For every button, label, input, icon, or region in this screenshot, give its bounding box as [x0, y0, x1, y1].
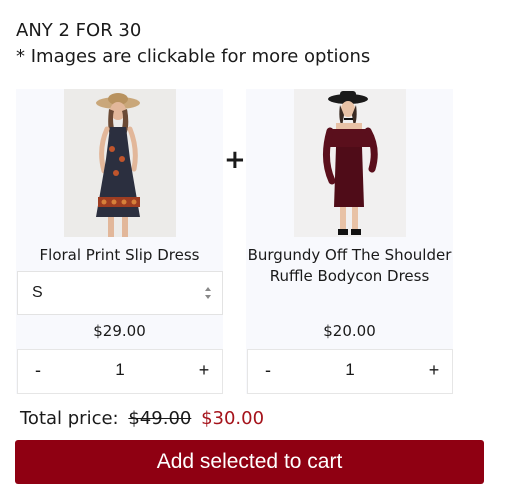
- qty-increase-button[interactable]: +: [426, 360, 442, 381]
- add-to-cart-button[interactable]: Add selected to cart: [15, 440, 484, 484]
- product-image-2[interactable]: [294, 89, 406, 237]
- promo-title: ANY 2 FOR 30: [16, 20, 142, 41]
- qty-value[interactable]: 1: [18, 360, 222, 380]
- product-image-1[interactable]: [64, 89, 176, 237]
- product-card-1: Floral Print Slip Dress S $29.00 - 1 +: [16, 89, 223, 394]
- qty-value[interactable]: 1: [248, 360, 452, 380]
- discounted-price: $30.00: [201, 408, 265, 429]
- quantity-stepper-2: - 1 +: [247, 349, 453, 394]
- size-select-value: S: [32, 284, 43, 301]
- product-card-2: Burgundy Off The Shoulder Ruffle Bodycon…: [246, 89, 453, 394]
- floral-dress-photo-icon: [64, 89, 176, 237]
- product-price-1: $29.00: [93, 322, 146, 340]
- promo-note: * Images are clickable for more options: [16, 46, 371, 67]
- burgundy-dress-photo-icon: [294, 89, 406, 237]
- bundle-plus-icon: +: [224, 145, 246, 175]
- total-price-label: Total price:: [20, 408, 119, 429]
- quantity-stepper-1: - 1 +: [17, 349, 223, 394]
- product-name-2: Burgundy Off The Shoulder Ruffle Bodycon…: [247, 246, 452, 285]
- size-select[interactable]: S: [17, 271, 223, 315]
- original-price: $49.00: [128, 408, 192, 429]
- product-price-2: $20.00: [323, 322, 376, 340]
- qty-increase-button[interactable]: +: [196, 360, 212, 381]
- product-name-1: Floral Print Slip Dress: [39, 246, 200, 264]
- select-updown-icon: [205, 287, 211, 299]
- total-price: Total price: $49.00 $30.00: [20, 407, 264, 431]
